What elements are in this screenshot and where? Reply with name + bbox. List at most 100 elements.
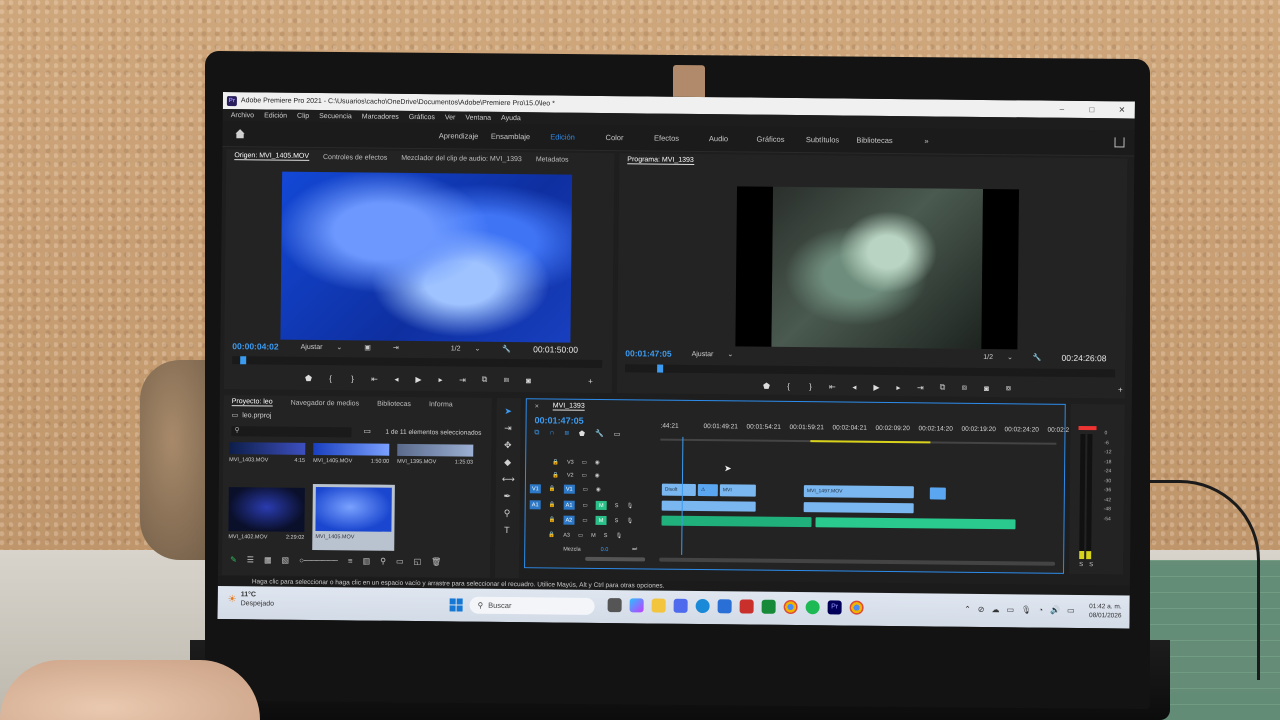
mark-in-icon[interactable]: { [326,374,335,383]
source-drag-icon[interactable]: ⇥ [393,344,399,352]
trash-icon[interactable]: 🗑 [431,557,441,566]
play-icon[interactable]: ▶ [414,375,423,384]
workspace-audio[interactable]: Audio [692,134,744,144]
tab-program[interactable]: Programa: MVI_1393 [627,156,694,165]
tab-audio-clip-mixer[interactable]: Mezclador del clip de audio: MVI_1393 [401,154,522,162]
menu-ver[interactable]: Ver [445,114,456,121]
solo-button[interactable]: S [615,518,619,524]
tab-libraries[interactable]: Bibliotecas [377,400,411,407]
time-ruler[interactable]: :44:21 00:01:49:21 00:01:54:21 00:01:59:… [660,423,1090,435]
audio-clip-a2[interactable] [815,517,1016,530]
pencil-icon[interactable]: ✎ [230,555,237,564]
workspace-ensamblaje[interactable]: Ensamblaje [485,132,537,142]
source-fit-dropdown[interactable]: Ajustar ⌄ [301,343,343,351]
close-icon[interactable]: × [535,403,539,410]
mic-icon[interactable]: 🎙 [1021,605,1031,614]
sync-icon[interactable]: ▭ [583,486,588,492]
video-clip[interactable]: ⚠ [697,483,718,497]
tab-info[interactable]: Informa [429,401,453,408]
captions-icon[interactable]: ▭ [614,430,621,438]
solo-button[interactable]: S [604,533,608,539]
media-item-mvi-1405-selected[interactable]: MVI_1405.MOV [312,483,395,551]
menu-graficos[interactable]: Gráficos [409,113,435,120]
find-icon[interactable]: ⚲ [380,557,386,566]
ripple-edit-icon[interactable]: ✥ [502,440,513,451]
eye-icon[interactable]: ◉ [595,459,600,465]
new-bin-icon[interactable]: ▭ [363,426,371,435]
solo-button[interactable]: S [615,503,619,509]
program-video-frame[interactable] [735,186,1020,350]
video-clip[interactable]: MVI [719,484,756,497]
eye-icon[interactable]: ◉ [595,472,600,478]
taskbar-search[interactable]: ⚲ Buscar [469,596,595,615]
source-playhead[interactable] [240,356,247,365]
sync-icon[interactable]: ▭ [582,517,587,523]
audio-clip-a1[interactable] [661,500,756,512]
chrome-profile-icon[interactable] [849,600,864,615]
track-label[interactable]: A2 [563,515,575,525]
wifi-icon[interactable]: ◔ [1038,606,1043,615]
home-icon[interactable] [235,128,246,139]
go-to-in-icon[interactable]: ⇤ [828,382,837,391]
workspace-subtitulos[interactable]: Subtítulos [796,135,848,145]
camera-icon[interactable]: ◙ [982,383,991,392]
solo-left-button[interactable]: S [1079,562,1083,568]
program-playhead[interactable] [657,364,664,373]
work-area-bar[interactable] [660,438,1057,445]
workspace-bibliotecas[interactable]: Bibliotecas [848,136,900,146]
edge-icon[interactable] [695,598,710,614]
tab-effect-controls[interactable]: Controles de efectos [323,154,387,162]
mute-button[interactable]: M [591,532,596,538]
maximize-button[interactable]: □ [1079,105,1105,114]
media-item-mvi-1395[interactable]: MVI_1395.MOV 1:25:03 [397,443,474,505]
step-forward-icon[interactable]: ▸ [436,375,445,384]
audio-clip-a2[interactable] [661,515,812,528]
source-scrub-bar[interactable] [232,356,603,368]
slip-icon[interactable]: ⟷ [502,474,515,485]
timeline-scroll-bar[interactable] [659,557,1056,566]
wrench-icon[interactable]: 🔧 [502,345,511,353]
workspace-more-button[interactable]: » [900,136,952,146]
mark-out-icon[interactable]: } [348,374,357,383]
step-forward-icon[interactable]: ▸ [894,383,903,392]
tab-sequence[interactable]: MVI_1393 [552,402,585,411]
program-resolution-dropdown[interactable]: 1/2 ⌄ [983,353,1013,361]
battery-icon[interactable]: ▭ [1067,606,1075,615]
store-icon[interactable] [717,599,732,614]
eye-icon[interactable]: ◉ [596,486,601,492]
program-scrub-bar[interactable] [625,364,1116,378]
share-icon[interactable] [1114,137,1125,148]
source-video-frame[interactable] [280,171,573,343]
freeform-view-icon[interactable]: ▧ [281,556,289,565]
track-scroll-bar[interactable] [585,556,646,562]
program-timecode[interactable]: 00:01:47:05 [625,348,671,358]
add-marker-icon[interactable]: ⬟ [579,430,585,438]
task-view-icon[interactable] [607,598,622,613]
solo-right-button[interactable]: S [1089,562,1093,568]
windows-start-icon[interactable] [449,598,463,612]
mic-icon[interactable]: 🎙 [615,533,622,539]
project-search-input[interactable]: ⚲ [231,426,352,438]
close-button[interactable]: ✕ [1109,105,1135,114]
weather-widget[interactable]: ☀ 11°C Despejado [228,590,275,608]
source-resolution-dropdown[interactable]: 1/2 ⌄ [451,344,481,353]
media-item-mvi-1402[interactable]: MVI_1402.MOV 2:29:02 [228,487,305,548]
mute-button[interactable]: M [595,500,607,511]
extract-icon[interactable]: ⧈ [960,383,969,393]
taskbar-clock[interactable]: 01:42 a. m. 08/01/2026 [1089,602,1122,620]
program-fit-dropdown[interactable]: Ajustar ⌄ [692,350,734,358]
lock-icon[interactable]: 🔒 [549,486,556,492]
lock-icon[interactable]: 🔒 [548,532,555,538]
list-view-icon[interactable]: ☰ [247,555,254,564]
play-icon[interactable]: ▶ [872,382,881,391]
app-red-icon[interactable] [739,599,754,614]
go-to-out-icon[interactable]: ⇥ [916,383,925,392]
go-to-out-icon[interactable]: ⇥ [458,375,467,384]
xbox-icon[interactable] [761,599,776,614]
menu-edicion[interactable]: Edición [264,112,287,119]
video-clip[interactable]: MVI_1497.MOV [803,485,914,499]
workspace-efectos[interactable]: Efectos [640,133,692,143]
camera-icon[interactable]: ◙ [524,376,533,385]
source-patch-v1[interactable]: V1 [529,484,541,494]
hand-icon[interactable]: ⚲ [502,508,513,519]
